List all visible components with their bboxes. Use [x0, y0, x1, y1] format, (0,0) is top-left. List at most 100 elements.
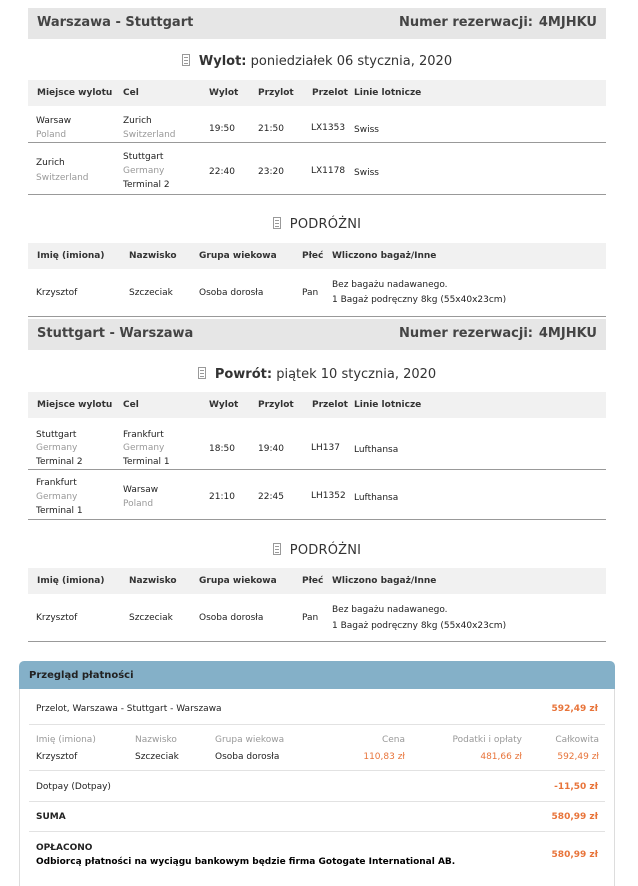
airline: Lufthansa	[354, 493, 399, 503]
paid-label: OPŁACONO	[36, 843, 93, 853]
traveller-first-name: Krzysztof	[36, 288, 78, 298]
col-gender: Płeć	[302, 576, 324, 586]
return-date: piątek 10 stycznia, 2020	[276, 367, 437, 382]
col-airline: Linie lotnicze	[354, 88, 422, 98]
pay-col-taxes: Podatki i opłaty	[452, 735, 522, 745]
arrival-time: 23:20	[258, 167, 284, 177]
from-city: Zurich	[36, 158, 65, 168]
traveller-row: Krzysztof Szczeciak Osoba dorosła Pan Be…	[28, 600, 606, 640]
col-baggage: Wliczono bagaż/Inne	[332, 576, 437, 586]
return-travellers-header: Imię (imiona) Nazwisko Grupa wiekowa Płe…	[28, 568, 606, 594]
flight-number: LX1178	[311, 166, 346, 176]
traveller-gender: Pan	[302, 613, 319, 623]
flight-row: Warsaw Poland Zurich Switzerland 19:50 2…	[28, 110, 606, 142]
flight-number: LH137	[311, 443, 340, 453]
from-city: Frankfurt	[36, 478, 77, 488]
outbound-travellers-header: Imię (imiona) Nazwisko Grupa wiekowa Płe…	[28, 243, 606, 269]
baggage-checked: Bez bagażu nadawanego.	[332, 280, 448, 290]
dotpay-value: -11,50 zł	[554, 782, 598, 792]
arrival-time: 22:45	[258, 492, 284, 502]
return-flights-header: Miejsce wylotu Cel Wylot Przylot Przelot…	[28, 392, 606, 418]
to-city: Warsaw	[123, 485, 159, 495]
baggage-cabin: 1 Bagaż podręczny 8kg (55x40x23cm)	[332, 295, 507, 305]
traveller-last-name: Szczeciak	[129, 613, 173, 623]
flight-row: Stuttgart Germany Terminal 2 Frankfurt G…	[28, 424, 606, 468]
col-departure-place: Miejsce wylotu	[37, 400, 113, 410]
departure-time: 22:40	[209, 167, 235, 177]
pay-col-total: Całkowita	[555, 735, 599, 745]
departure-time: 18:50	[209, 444, 235, 454]
traveller-last-name: Szczeciak	[129, 288, 173, 298]
itinerary-page: Warszawa - Stuttgart Numer rezerwacji: 4…	[0, 0, 638, 886]
col-first-name: Imię (imiona)	[37, 251, 105, 261]
to-country: Germany	[123, 166, 165, 176]
baggage-cabin: 1 Bagaż podręczny 8kg (55x40x23cm)	[332, 621, 507, 631]
col-destination: Cel	[123, 88, 139, 98]
airline: Swiss	[354, 125, 379, 135]
flight-number: LH1352	[311, 491, 346, 501]
to-country: Poland	[123, 499, 154, 509]
col-flight: Przelot	[312, 400, 348, 410]
flight-row: Frankfurt Germany Terminal 1 Warsaw Pola…	[28, 473, 606, 519]
to-country: Switzerland	[123, 130, 176, 140]
payment-header: Przegląd płatności	[19, 661, 615, 689]
pay-col-age-group: Grupa wiekowa	[215, 735, 285, 745]
return-route-title: Stuttgart - Warszawa	[37, 326, 194, 341]
outbound-booking-code: 4MJHKU	[538, 15, 597, 30]
paid-note: Odbiorcą płatności na wyciągu bankowym b…	[36, 857, 456, 867]
col-arrival: Przylot	[258, 88, 294, 98]
from-country: Poland	[36, 130, 67, 140]
row-divider	[28, 519, 606, 520]
row-divider	[28, 469, 606, 470]
outbound-booking-label: Numer rezerwacji:	[398, 15, 533, 30]
document-icon	[272, 543, 281, 555]
traveller-row: Krzysztof Szczeciak Osoba dorosła Pan Be…	[28, 274, 606, 314]
pay-age-group: Osoba dorosła	[215, 752, 280, 762]
payment-divider	[29, 770, 605, 771]
flight-number: LX1353	[311, 123, 346, 133]
traveller-age-group: Osoba dorosła	[199, 613, 264, 623]
return-booking-label: Numer rezerwacji:	[398, 326, 533, 341]
to-country: Germany	[123, 443, 165, 453]
pay-col-price: Cena	[381, 735, 405, 745]
to-city: Stuttgart	[123, 152, 164, 162]
departure-time: 19:50	[209, 124, 235, 134]
airline: Swiss	[354, 168, 379, 178]
from-terminal: Terminal 1	[36, 506, 83, 516]
row-divider	[28, 316, 606, 317]
paid-value: 580,99 zł	[551, 850, 598, 860]
sum-value: 580,99 zł	[551, 812, 598, 822]
col-gender: Płeć	[302, 251, 324, 261]
travellers-title: PODRÓŻNI	[289, 217, 362, 232]
document-icon	[272, 217, 281, 229]
departure-time: 21:10	[209, 492, 235, 502]
payment-divider	[29, 831, 605, 832]
from-city: Stuttgart	[36, 430, 77, 440]
col-destination: Cel	[123, 400, 139, 410]
return-route-bar: Stuttgart - Warszawa Numer rezerwacji: 4…	[28, 319, 606, 350]
col-departure-place: Miejsce wylotu	[37, 88, 113, 98]
col-last-name: Nazwisko	[129, 576, 177, 586]
return-date-heading: Powrót: piątek 10 stycznia, 2020	[28, 367, 606, 382]
col-flight: Przelot	[312, 88, 348, 98]
col-last-name: Nazwisko	[129, 251, 177, 261]
traveller-age-group: Osoba dorosła	[199, 288, 264, 298]
travellers-title: PODRÓŻNI	[289, 543, 362, 558]
pay-taxes: 481,66 zł	[480, 752, 522, 762]
arrival-time: 21:50	[258, 124, 284, 134]
document-icon	[181, 54, 190, 66]
payment-divider	[29, 724, 605, 725]
dotpay-label: Dotpay (Dotpay)	[36, 782, 111, 792]
sum-label: SUMA	[36, 812, 66, 822]
airline: Lufthansa	[354, 445, 399, 455]
payment-title: Przegląd płatności	[29, 670, 134, 681]
col-age-group: Grupa wiekowa	[199, 576, 277, 586]
outbound-direction-label: Wylot:	[198, 54, 247, 69]
pay-first-name: Krzysztof	[36, 752, 78, 762]
pay-col-last-name: Nazwisko	[135, 735, 177, 745]
outbound-travellers-heading: PODRÓŻNI	[28, 217, 606, 232]
outbound-date: poniedziałek 06 stycznia, 2020	[250, 54, 453, 69]
row-divider	[28, 142, 606, 143]
return-booking-code: 4MJHKU	[538, 326, 597, 341]
return-direction-label: Powrót:	[214, 367, 273, 382]
